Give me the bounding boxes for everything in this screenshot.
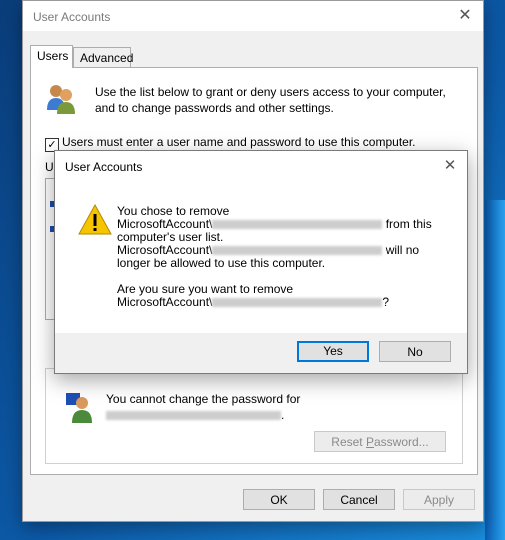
- dialog-title: User Accounts: [65, 160, 143, 174]
- cancel-button[interactable]: Cancel: [323, 489, 395, 510]
- cannot-change-label: You cannot change the password for: [106, 392, 301, 406]
- redacted-account: [106, 411, 281, 421]
- apply-button[interactable]: Apply: [403, 489, 475, 510]
- account-prefix: MicrosoftAccount\: [117, 217, 213, 231]
- users-icon: [47, 85, 75, 114]
- reset-label-post: assword...: [374, 435, 429, 449]
- question-mark: ?: [382, 295, 390, 309]
- yes-button[interactable]: Yes: [297, 341, 369, 362]
- period-text: .: [281, 408, 285, 422]
- tab-advanced[interactable]: Advanced: [73, 47, 133, 68]
- dialog-title-bar: User Accounts ✕: [55, 151, 467, 181]
- user-password-icon: [66, 393, 92, 423]
- dialog-message: You chose to remove MicrosoftAccount\ fr…: [117, 205, 447, 309]
- reset-label-pre: Reset: [331, 435, 366, 449]
- close-icon[interactable]: ✕: [453, 5, 477, 27]
- warning-icon: [78, 203, 112, 235]
- desktop-background: [485, 200, 505, 540]
- window-title: User Accounts: [33, 10, 111, 24]
- message-line-1: You chose to remove: [117, 204, 230, 218]
- account-prefix: MicrosoftAccount\: [117, 243, 213, 257]
- tab-users[interactable]: Users: [30, 45, 73, 68]
- close-icon[interactable]: ✕: [439, 155, 461, 177]
- ok-button[interactable]: OK: [243, 489, 315, 510]
- confirm-remove-dialog: User Accounts ✕ You chose to remove Micr…: [54, 150, 468, 374]
- intro-text: Use the list below to grant or deny user…: [95, 85, 446, 115]
- message-line-3: computer's user list.: [117, 230, 224, 244]
- confirm-question: Are you sure you want to remove: [117, 282, 294, 296]
- message-line-4-tail: will no: [385, 243, 420, 257]
- reset-password-button[interactable]: Reset Password...: [314, 431, 446, 452]
- redacted-account-row: .: [106, 407, 300, 423]
- cannot-change-text: You cannot change the password for .: [106, 391, 300, 423]
- message-line-2-tail: from this: [385, 217, 432, 231]
- title-bar: User Accounts ✕: [23, 1, 483, 31]
- reset-label-key: P: [365, 435, 374, 449]
- dialog-body: You chose to remove MicrosoftAccount\ fr…: [55, 181, 467, 333]
- message-paragraph-2: Are you sure you want to remove Microsof…: [117, 283, 447, 309]
- password-group: You cannot change the password for . Res…: [45, 363, 463, 464]
- redacted-account: [212, 220, 383, 230]
- account-prefix: MicrosoftAccount\: [117, 295, 213, 309]
- require-password-label: Users must enter a user name and passwor…: [62, 135, 416, 149]
- redacted-account: [212, 298, 383, 308]
- no-button[interactable]: No: [379, 341, 451, 362]
- redacted-account: [212, 246, 383, 256]
- message-paragraph-1: You chose to remove MicrosoftAccount\ fr…: [117, 205, 447, 270]
- message-line-5: longer be allowed to use this computer.: [117, 256, 326, 270]
